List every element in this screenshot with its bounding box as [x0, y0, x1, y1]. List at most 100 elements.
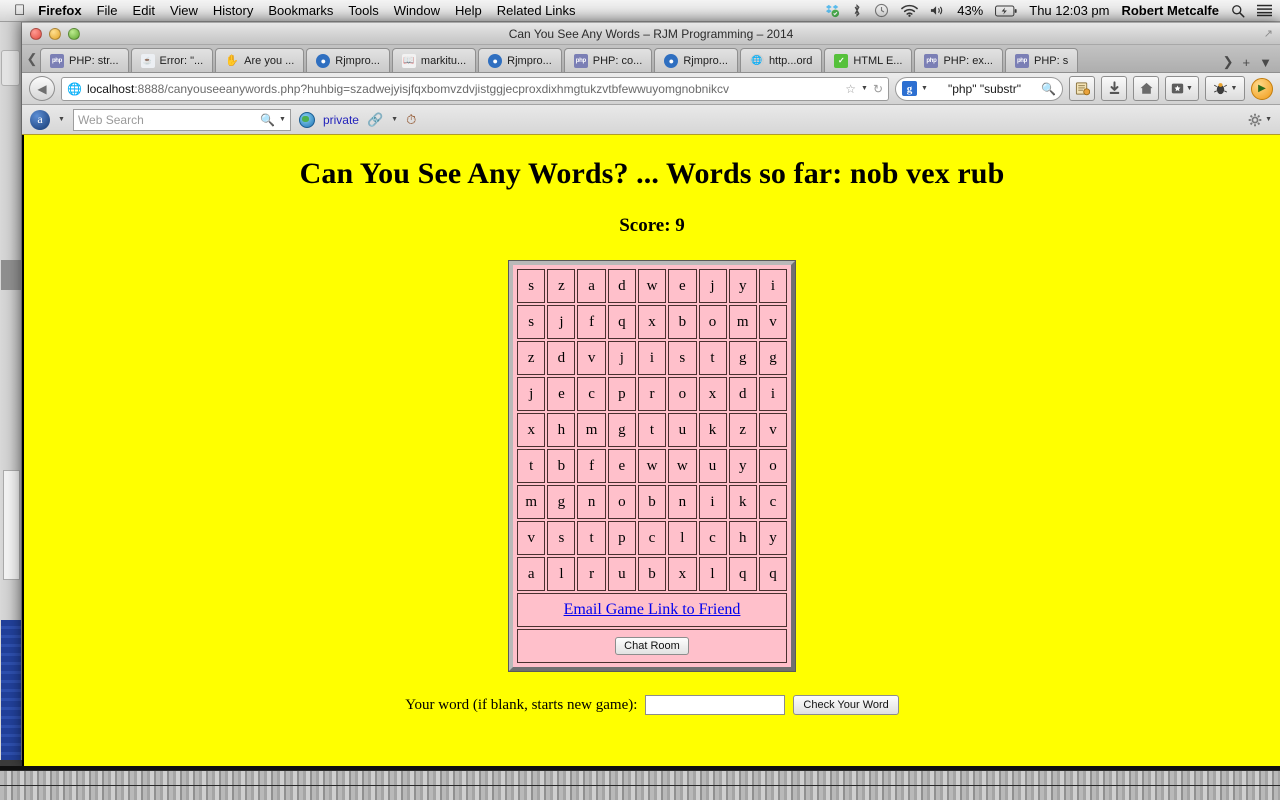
word-input[interactable] — [645, 695, 786, 715]
tab-html-e[interactable]: ✓ HTML E... — [824, 48, 913, 72]
grid-cell[interactable]: f — [577, 305, 606, 339]
home-button[interactable] — [1133, 76, 1159, 101]
menu-item-view[interactable]: View — [170, 3, 198, 18]
reload-icon[interactable]: ↻ — [873, 82, 883, 96]
grid-cell[interactable]: g — [607, 413, 636, 447]
grid-cell[interactable]: u — [698, 449, 727, 483]
battery-charging-icon[interactable] — [995, 5, 1017, 17]
grid-cell[interactable]: b — [637, 485, 667, 519]
menu-item-window[interactable]: Window — [394, 3, 440, 18]
grid-cell[interactable]: m — [517, 485, 546, 519]
grid-cell[interactable]: e — [607, 449, 636, 483]
link-icon[interactable]: 🔗 — [367, 112, 383, 128]
dropbox-icon[interactable] — [825, 3, 840, 18]
private-label[interactable]: private — [323, 113, 359, 127]
grid-cell[interactable]: j — [698, 269, 727, 303]
grid-cell[interactable]: o — [668, 377, 697, 411]
grid-cell[interactable]: y — [728, 269, 757, 303]
grid-cell[interactable]: d — [607, 269, 636, 303]
grid-cell[interactable]: k — [698, 413, 727, 447]
search-icon[interactable]: 🔍 — [1041, 82, 1056, 96]
grid-cell[interactable]: s — [547, 521, 576, 555]
grid-cell[interactable]: l — [547, 557, 576, 591]
dock-row-upper[interactable] — [0, 770, 1280, 785]
menu-item-file[interactable]: File — [97, 3, 118, 18]
grid-cell[interactable]: q — [607, 305, 636, 339]
grid-cell[interactable]: z — [517, 341, 546, 375]
grid-cell[interactable]: f — [577, 449, 606, 483]
grid-cell[interactable]: c — [698, 521, 727, 555]
tab-http-ord[interactable]: 🌐 http...ord — [739, 48, 823, 72]
wifi-icon[interactable] — [901, 4, 919, 17]
grid-cell[interactable]: c — [637, 521, 667, 555]
chevron-down-icon[interactable]: ▼ — [391, 116, 398, 123]
a-orb-icon[interactable]: a — [30, 109, 50, 130]
minimize-button[interactable] — [49, 28, 61, 40]
apple-icon[interactable]:  — [14, 3, 25, 18]
grid-cell[interactable]: g — [728, 341, 757, 375]
email-game-link[interactable]: Email Game Link to Friend — [564, 601, 741, 618]
grid-cell[interactable]: c — [577, 377, 606, 411]
grid-cell[interactable]: x — [698, 377, 727, 411]
grid-cell[interactable]: a — [577, 269, 606, 303]
timemachine-icon[interactable] — [874, 3, 889, 18]
grid-cell[interactable]: p — [607, 521, 636, 555]
grid-cell[interactable]: a — [517, 557, 546, 591]
grid-cell[interactable]: v — [577, 341, 606, 375]
grid-cell[interactable]: d — [547, 341, 576, 375]
grid-cell[interactable]: c — [758, 485, 787, 519]
menu-item-tools[interactable]: Tools — [348, 3, 378, 18]
chevron-down-icon[interactable]: ▼ — [279, 116, 286, 123]
chevron-down-icon[interactable]: ▼ — [921, 85, 928, 92]
grid-cell[interactable]: i — [758, 269, 787, 303]
chevron-right-icon[interactable]: ❯ — [1223, 54, 1234, 70]
menu-item-help[interactable]: Help — [455, 3, 482, 18]
toolbar-settings[interactable]: ▼ — [1248, 113, 1272, 127]
grid-cell[interactable]: d — [728, 377, 757, 411]
grid-cell[interactable]: u — [607, 557, 636, 591]
globe-icon[interactable] — [298, 111, 315, 128]
grid-cell[interactable]: b — [637, 557, 667, 591]
bluetooth-icon[interactable] — [852, 3, 862, 18]
star-icon[interactable]: ☆ — [845, 82, 856, 96]
readability-button[interactable] — [1069, 76, 1095, 101]
grid-cell[interactable]: i — [758, 377, 787, 411]
grid-cell[interactable]: j — [607, 341, 636, 375]
tab-php-ex[interactable]: php PHP: ex... — [914, 48, 1003, 72]
chevron-left-icon[interactable]: ❮ — [24, 46, 40, 72]
chevron-down-icon[interactable]: ▼ — [58, 116, 65, 123]
chevron-down-icon[interactable]: ▼ — [1186, 85, 1193, 92]
grid-cell[interactable]: u — [668, 413, 697, 447]
menu-item-edit[interactable]: Edit — [133, 3, 155, 18]
tab-error[interactable]: ☕ Error: "... — [130, 48, 214, 72]
grid-cell[interactable]: j — [547, 305, 576, 339]
bookmarks-button[interactable]: ▼ — [1165, 76, 1199, 101]
volume-icon[interactable] — [930, 4, 945, 17]
web-search-input[interactable]: Web Search — [78, 113, 256, 127]
tab-php-str[interactable]: php PHP: str... — [40, 48, 129, 72]
chat-room-button[interactable]: Chat Room — [615, 637, 689, 655]
grid-cell[interactable]: l — [698, 557, 727, 591]
grid-cell[interactable]: b — [547, 449, 576, 483]
grid-cell[interactable]: s — [517, 305, 546, 339]
grid-cell[interactable]: r — [577, 557, 606, 591]
grid-cell[interactable]: i — [637, 341, 667, 375]
window-titlebar[interactable]: Can You See Any Words – RJM Programming … — [22, 23, 1280, 45]
tab-markitup[interactable]: 📖 markitu... — [391, 48, 477, 72]
grid-cell[interactable]: n — [668, 485, 697, 519]
url-input[interactable]: localhost:8888/canyouseeanywords.php?huh… — [87, 82, 840, 96]
chevron-down-icon[interactable]: ▼ — [1259, 55, 1272, 70]
grid-cell[interactable]: e — [668, 269, 697, 303]
search-input[interactable]: "php" "substr" — [932, 82, 1037, 96]
background-window-strip[interactable] — [0, 20, 22, 760]
grid-cell[interactable]: o — [698, 305, 727, 339]
grid-cell[interactable]: w — [637, 449, 667, 483]
grid-cell[interactable]: s — [517, 269, 546, 303]
grid-cell[interactable]: p — [607, 377, 636, 411]
close-button[interactable] — [30, 28, 42, 40]
tab-php-co[interactable]: php PHP: co... — [563, 48, 653, 72]
grid-cell[interactable]: x — [517, 413, 546, 447]
zoom-button[interactable] — [68, 28, 80, 40]
menu-item-firefox[interactable]: Firefox — [38, 3, 81, 18]
google-icon[interactable]: g — [902, 81, 917, 96]
